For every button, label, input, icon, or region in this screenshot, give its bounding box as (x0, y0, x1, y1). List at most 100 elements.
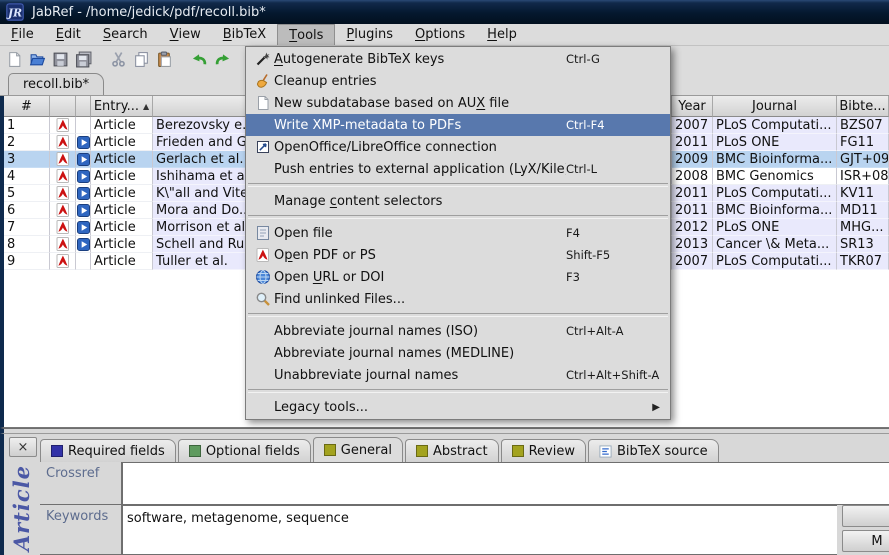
cell-entrytype[interactable]: Article (91, 134, 153, 151)
tab-general[interactable]: General (313, 437, 403, 462)
cell-journal[interactable]: PLoS Computati... (713, 185, 837, 202)
cell-journal[interactable]: Cancer \& Meta... (713, 236, 837, 253)
redo-icon[interactable] (211, 48, 233, 70)
cell-year[interactable]: 2009 (672, 151, 713, 168)
menu-item-open-file[interactable]: Open fileF4 (246, 222, 670, 244)
cell-url[interactable] (76, 236, 91, 253)
keywords-button-1[interactable] (842, 505, 889, 527)
menubar-item-search[interactable]: Search (92, 24, 159, 45)
cell-url[interactable] (76, 185, 91, 202)
menubar-item-view[interactable]: View (159, 24, 212, 45)
menu-item-find-unlinked-files[interactable]: Find unlinked Files... (246, 288, 670, 310)
cell-journal[interactable]: PLoS Computati... (713, 117, 837, 134)
cell-journal[interactable]: PLoS Computati... (713, 253, 837, 270)
cell-pdf[interactable] (50, 117, 76, 134)
cell-year[interactable]: 2007 (672, 117, 713, 134)
cell-pdf[interactable] (50, 219, 76, 236)
cell-number[interactable]: 4 (4, 168, 50, 185)
cell-number[interactable]: 7 (4, 219, 50, 236)
cell-pdf[interactable] (50, 134, 76, 151)
column-header-url[interactable] (76, 96, 91, 117)
menubar-item-plugins[interactable]: Plugins (335, 24, 404, 45)
cell-bibtexkey[interactable]: KV11 (837, 185, 889, 202)
cell-bibtexkey[interactable]: TKR07 (837, 253, 889, 270)
menu-item-new-subdatabase-based-on-aux-file[interactable]: New subdatabase based on AUX file (246, 92, 670, 114)
menubar-item-tools[interactable]: Tools (277, 24, 335, 45)
cell-entrytype[interactable]: Article (91, 185, 153, 202)
cell-pdf[interactable] (50, 236, 76, 253)
cell-entrytype[interactable]: Article (91, 219, 153, 236)
cell-journal[interactable]: PLoS ONE (713, 134, 837, 151)
menubar-item-file[interactable]: File (0, 24, 45, 45)
paste-icon[interactable] (153, 48, 175, 70)
copy-icon[interactable] (130, 48, 152, 70)
column-header-pdf[interactable] (50, 96, 76, 117)
menu-item-unabbreviate-journal-names[interactable]: Unabbreviate journal namesCtrl+Alt+Shift… (246, 364, 670, 386)
menu-item-autogenerate-bibtex-keys[interactable]: Autogenerate BibTeX keysCtrl-G (246, 48, 670, 70)
close-editor-button[interactable]: × (9, 437, 37, 457)
cell-journal[interactable]: PLoS ONE (713, 219, 837, 236)
cell-number[interactable]: 1 (4, 117, 50, 134)
menu-item-manage-content-selectors[interactable]: Manage content selectors (246, 190, 670, 212)
cell-bibtexkey[interactable]: BZS07 (837, 117, 889, 134)
menubar-item-bibtex[interactable]: BibTeX (212, 24, 277, 45)
cell-bibtexkey[interactable]: ISR+08 (837, 168, 889, 185)
tab-bibtex-source[interactable]: BibTeX source (588, 439, 719, 462)
cell-url[interactable] (76, 253, 91, 270)
tab-required-fields[interactable]: Required fields (40, 439, 176, 462)
cut-icon[interactable] (107, 48, 129, 70)
keywords-button-2[interactable]: M (842, 530, 889, 552)
cell-entrytype[interactable]: Article (91, 253, 153, 270)
cell-number[interactable]: 2 (4, 134, 50, 151)
cell-bibtexkey[interactable]: SR13 (837, 236, 889, 253)
save-all-icon[interactable] (72, 48, 94, 70)
cell-year[interactable]: 2011 (672, 202, 713, 219)
column-header-journal[interactable]: Journal (713, 96, 837, 117)
cell-journal[interactable]: BMC Bioinforma... (713, 202, 837, 219)
cell-bibtexkey[interactable]: FG11 (837, 134, 889, 151)
save-database-icon[interactable] (49, 48, 71, 70)
menu-item-cleanup-entries[interactable]: Cleanup entries (246, 70, 670, 92)
cell-pdf[interactable] (50, 202, 76, 219)
cell-bibtexkey[interactable]: MD11 (837, 202, 889, 219)
cell-number[interactable]: 9 (4, 253, 50, 270)
cell-year[interactable]: 2008 (672, 168, 713, 185)
cell-pdf[interactable] (50, 185, 76, 202)
cell-pdf[interactable] (50, 151, 76, 168)
cell-year[interactable]: 2013 (672, 236, 713, 253)
column-header-year[interactable]: Year (672, 96, 713, 117)
menubar-item-help[interactable]: Help (476, 24, 528, 45)
cell-year[interactable]: 2011 (672, 134, 713, 151)
menu-item-push-entries-to-external-application-lyx-kile[interactable]: Push entries to external application (Ly… (246, 158, 670, 180)
cell-entrytype[interactable]: Article (91, 151, 153, 168)
cell-entrytype[interactable]: Article (91, 202, 153, 219)
cell-bibtexkey[interactable]: MHG... (837, 219, 889, 236)
column-header-num[interactable]: # (4, 96, 50, 117)
cell-number[interactable]: 3 (4, 151, 50, 168)
menu-item-legacy-tools[interactable]: Legacy tools...▶ (246, 396, 670, 418)
tab-review[interactable]: Review (501, 439, 586, 462)
cell-journal[interactable]: BMC Bioinforma... (713, 151, 837, 168)
cell-year[interactable]: 2011 (672, 185, 713, 202)
menu-item-open-pdf-or-ps[interactable]: Open PDF or PSShift-F5 (246, 244, 670, 266)
cell-entrytype[interactable]: Article (91, 236, 153, 253)
open-database-icon[interactable] (26, 48, 48, 70)
cell-number[interactable]: 6 (4, 202, 50, 219)
cell-journal[interactable]: BMC Genomics (713, 168, 837, 185)
cell-url[interactable] (76, 168, 91, 185)
cell-url[interactable] (76, 219, 91, 236)
tab-optional-fields[interactable]: Optional fields (178, 439, 311, 462)
menu-item-open-url-or-doi[interactable]: Open URL or DOIF3 (246, 266, 670, 288)
cell-bibtexkey[interactable]: GJT+09 (837, 151, 889, 168)
column-header-entrytype[interactable]: Entry...▲ (91, 96, 153, 117)
cell-year[interactable]: 2007 (672, 253, 713, 270)
menu-item-abbreviate-journal-names-iso[interactable]: Abbreviate journal names (ISO)Ctrl+Alt-A (246, 320, 670, 342)
menu-item-abbreviate-journal-names-medline[interactable]: Abbreviate journal names (MEDLINE) (246, 342, 670, 364)
tab-abstract[interactable]: Abstract (405, 439, 499, 462)
menu-item-write-xmp-metadata-to-pdfs[interactable]: Write XMP-metadata to PDFsCtrl-F4 (246, 114, 670, 136)
cell-url[interactable] (76, 117, 91, 134)
keywords-input[interactable]: software, metagenome, sequence (122, 505, 837, 555)
cell-url[interactable] (76, 134, 91, 151)
crossref-input[interactable] (122, 462, 889, 505)
menu-item-openoffice-libreoffice-connection[interactable]: OpenOffice/LibreOffice connection (246, 136, 670, 158)
